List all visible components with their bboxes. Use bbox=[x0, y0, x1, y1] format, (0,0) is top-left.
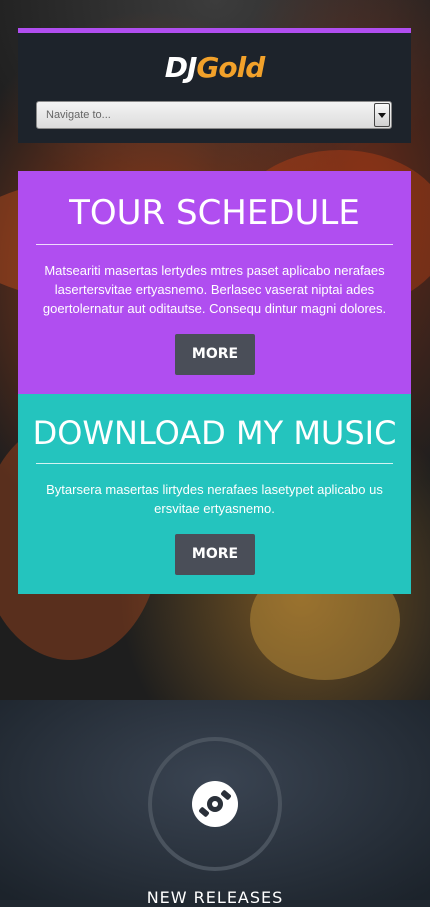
navigate-select[interactable]: Navigate to... bbox=[36, 101, 392, 129]
new-releases-section: NEW RELEASES bbox=[0, 700, 430, 907]
logo[interactable]: DJGold bbox=[18, 51, 411, 84]
releases-ring[interactable] bbox=[148, 737, 282, 871]
logo-gold: Gold bbox=[196, 51, 265, 84]
disc-icon bbox=[192, 781, 238, 827]
music-more-button[interactable]: MORE bbox=[175, 534, 255, 575]
site-header: DJGold Navigate to... bbox=[18, 28, 411, 143]
music-divider bbox=[36, 463, 393, 464]
tour-schedule-title: TOUR SCHEDULE bbox=[69, 193, 360, 233]
chevron-down-icon[interactable] bbox=[374, 103, 390, 127]
tour-divider bbox=[36, 244, 393, 245]
logo-dj: DJ bbox=[164, 51, 198, 84]
tour-schedule-panel: TOUR SCHEDULE Matseariti masertas lertyd… bbox=[18, 171, 411, 394]
new-releases-label[interactable]: NEW RELEASES bbox=[0, 888, 430, 907]
download-music-panel: DOWNLOAD MY MUSIC Bytarsera masertas lir… bbox=[18, 394, 411, 594]
download-music-text: Bytarsera masertas lirtydes nerafaes las… bbox=[46, 482, 383, 516]
download-music-title: DOWNLOAD MY MUSIC bbox=[32, 414, 397, 452]
navigate-placeholder: Navigate to... bbox=[46, 109, 111, 121]
tour-schedule-text: Matseariti masertas lertydes mtres paset… bbox=[42, 263, 387, 316]
tour-more-button[interactable]: MORE bbox=[175, 334, 255, 375]
